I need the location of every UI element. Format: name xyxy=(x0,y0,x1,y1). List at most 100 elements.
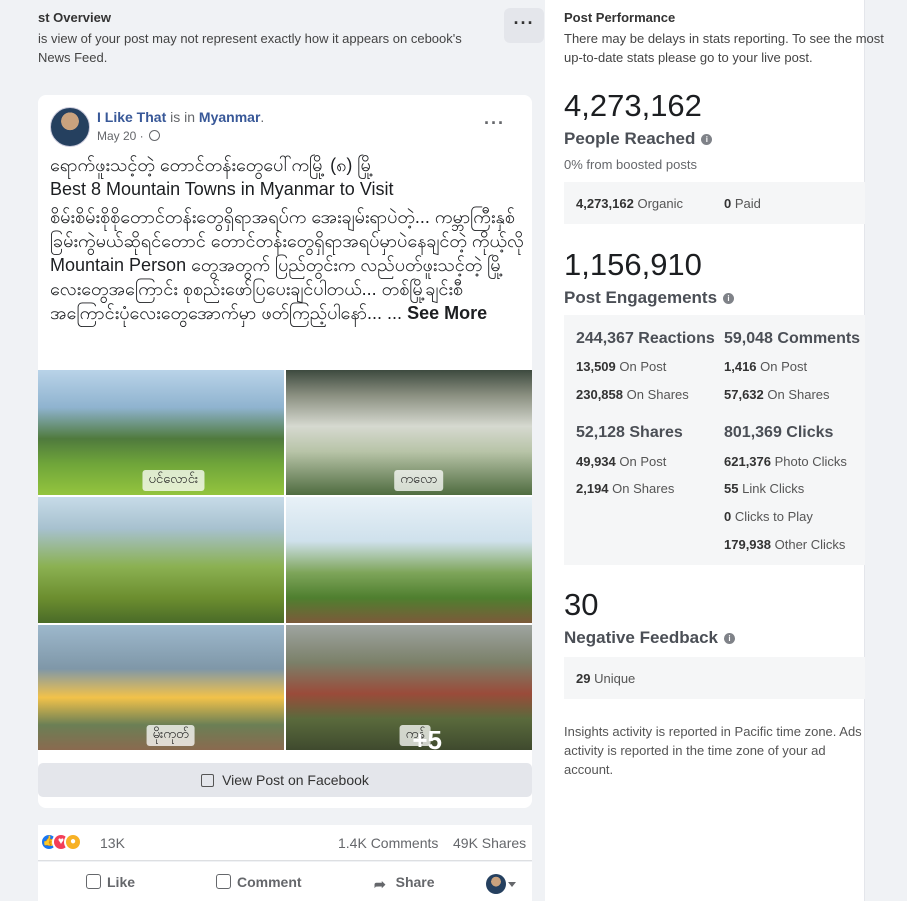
view-post-label: View Post on Facebook xyxy=(222,772,369,788)
post-date: May 20 · xyxy=(97,129,161,143)
photo-6[interactable]: ကန် +5 xyxy=(286,624,532,750)
shares-on-post-value: 49,934 xyxy=(576,454,616,469)
post-text-line2: Best 8 Mountain Towns in Myanmar to Visi… xyxy=(50,179,394,199)
clicks-to-play-value: 0 xyxy=(724,509,732,524)
negative-feedback-label-text: Negative Feedback xyxy=(564,628,719,647)
info-icon[interactable]: i xyxy=(723,293,735,304)
wow-reaction-icon: ● xyxy=(64,833,82,851)
more-photos-count: +5 xyxy=(412,725,442,750)
organic-value: 4,273,162 xyxy=(576,196,634,211)
photo-grid: ပင်လောင်း ကလော မိုးကုတ် ကန် +5 xyxy=(38,370,532,750)
post-more-button[interactable]: ··· xyxy=(484,113,505,134)
link-clicks: 55 Link Clicks xyxy=(724,481,804,496)
comment-icon xyxy=(216,874,231,889)
organic-label: Organic xyxy=(637,196,683,211)
post-header: I Like That is in Myanmar. xyxy=(97,109,265,125)
author-name-link[interactable]: I Like That xyxy=(97,109,166,125)
comments-count[interactable]: 1.4K Comments xyxy=(338,835,438,851)
reactions-heading: 244,367 Reactions xyxy=(576,330,715,347)
overview-more-button[interactable]: ··· xyxy=(504,8,544,43)
reactions-bar: 👍 ♥ ● 13K 1.4K Comments 49K Shares xyxy=(38,825,532,861)
shares-count[interactable]: 49K Shares xyxy=(453,835,526,851)
post-overview-title: st Overview xyxy=(38,10,111,25)
boosted-posts-text: 0% from boosted posts xyxy=(564,157,697,172)
negative-feedback-value: 30 xyxy=(564,587,599,622)
shares-on-shares-value: 2,194 xyxy=(576,481,609,496)
paid-value: 0 xyxy=(724,196,732,211)
unique-negative: 29 Unique xyxy=(576,671,635,686)
shares-on-shares: 2,194 On Shares xyxy=(576,481,674,496)
people-reached-value: 4,273,162 xyxy=(564,88,702,123)
comment-button[interactable]: Comment xyxy=(216,874,302,890)
link-clicks-value: 55 xyxy=(724,481,739,496)
other-clicks-value: 179,938 xyxy=(724,537,771,552)
negative-breakdown-box: 29 Unique xyxy=(564,657,865,699)
shares-on-post: 49,934 On Post xyxy=(576,454,666,469)
post-date-text[interactable]: May 20 · xyxy=(97,129,144,143)
comments-on-shares: 57,632 On Shares xyxy=(724,387,830,402)
comments-on-shares-value: 57,632 xyxy=(724,387,764,402)
view-post-button[interactable]: View Post on Facebook xyxy=(38,763,532,797)
on-post-label: On Post xyxy=(760,359,808,374)
photo-clicks-label: Photo Clicks xyxy=(774,454,847,469)
reactions-on-shares-value: 230,858 xyxy=(576,387,623,402)
photo-clicks-value: 621,376 xyxy=(724,454,771,469)
unique-value: 29 xyxy=(576,671,591,686)
share-button[interactable]: ➦ Share xyxy=(374,874,435,893)
post-engagements-value: 1,156,910 xyxy=(564,247,702,282)
reaction-count[interactable]: 13K xyxy=(100,835,125,851)
photo-5[interactable]: မိုးကုတ် xyxy=(38,624,284,750)
on-shares-label: On Shares xyxy=(767,387,830,402)
link-clicks-label: Link Clicks xyxy=(742,481,805,496)
performance-title: Post Performance xyxy=(564,10,676,25)
share-arrow-icon: ➦ xyxy=(374,876,386,892)
is-in-text: is in xyxy=(170,109,196,125)
share-label: Share xyxy=(395,874,435,890)
chevron-down-icon xyxy=(508,881,516,887)
reactions-on-shares: 230,858 On Shares xyxy=(576,387,689,402)
see-more-link[interactable]: See More xyxy=(407,303,487,323)
post-performance-panel: Post Performance There may be delays in … xyxy=(545,0,884,901)
external-link-icon xyxy=(201,774,215,787)
post-text: ရောက်ဖူးသင့်တဲ့ တောင်တန်းတွေပေါ်ကမြို့ (… xyxy=(50,153,525,325)
like-label: Like xyxy=(107,874,136,890)
photo-tag-1: ပင်လောင်း xyxy=(142,470,205,492)
post-card: I Like That is in Myanmar. May 20 · ··· … xyxy=(38,95,532,808)
unique-label: Unique xyxy=(594,671,636,686)
clicks-heading: 801,369 Clicks xyxy=(724,424,834,441)
comments-on-post-value: 1,416 xyxy=(724,359,757,374)
author-avatar[interactable] xyxy=(50,107,90,147)
photo-2[interactable]: ကလော xyxy=(286,370,532,496)
post-engagements-label: Post Engagements i xyxy=(564,288,735,308)
location-link[interactable]: Myanmar xyxy=(199,109,260,125)
comments-on-post: 1,416 On Post xyxy=(724,359,807,374)
photo-3[interactable] xyxy=(38,497,284,623)
photo-4[interactable] xyxy=(286,497,532,623)
photo-tag-5: မိုးကုတ် xyxy=(146,725,195,746)
action-bar: Like Comment ➦ Share xyxy=(38,862,532,901)
paid-label: Paid xyxy=(734,196,761,211)
on-post-label: On Post xyxy=(619,359,667,374)
profile-selector[interactable] xyxy=(486,874,516,894)
paid-reach: 0 Paid xyxy=(724,196,761,211)
organic-reach: 4,273,162 Organic xyxy=(576,196,683,211)
negative-feedback-label: Negative Feedback i xyxy=(564,628,736,648)
clicks-to-play: 0 Clicks to Play xyxy=(724,509,813,524)
clicks-to-play-label: Clicks to Play xyxy=(734,509,813,524)
photo-clicks: 621,376 Photo Clicks xyxy=(724,454,847,469)
photo-tag-2: ကလော xyxy=(394,470,444,492)
info-icon[interactable]: i xyxy=(724,633,736,644)
performance-description: There may be delays in stats reporting. … xyxy=(564,31,884,65)
on-shares-label: On Shares xyxy=(612,481,675,496)
post-text-body: စိမ်းစိမ်းစိုစိုတောင်တန်းတွေရှိရာအရပ်က အ… xyxy=(50,205,525,325)
other-clicks-label: Other Clicks xyxy=(774,537,846,552)
info-icon[interactable]: i xyxy=(701,134,713,145)
photo-1[interactable]: ပင်လောင်း xyxy=(38,370,284,496)
on-post-label: On Post xyxy=(619,454,667,469)
post-engagements-label-text: Post Engagements xyxy=(564,288,718,307)
post-preview-column: st Overview is view of your post may not… xyxy=(0,0,545,901)
like-button[interactable]: Like xyxy=(86,874,135,890)
people-reached-label: People Reached i xyxy=(564,129,713,149)
reaction-icons[interactable]: 👍 ♥ ● xyxy=(40,833,82,851)
post-overview-description: is view of your post may not represent e… xyxy=(38,31,462,65)
